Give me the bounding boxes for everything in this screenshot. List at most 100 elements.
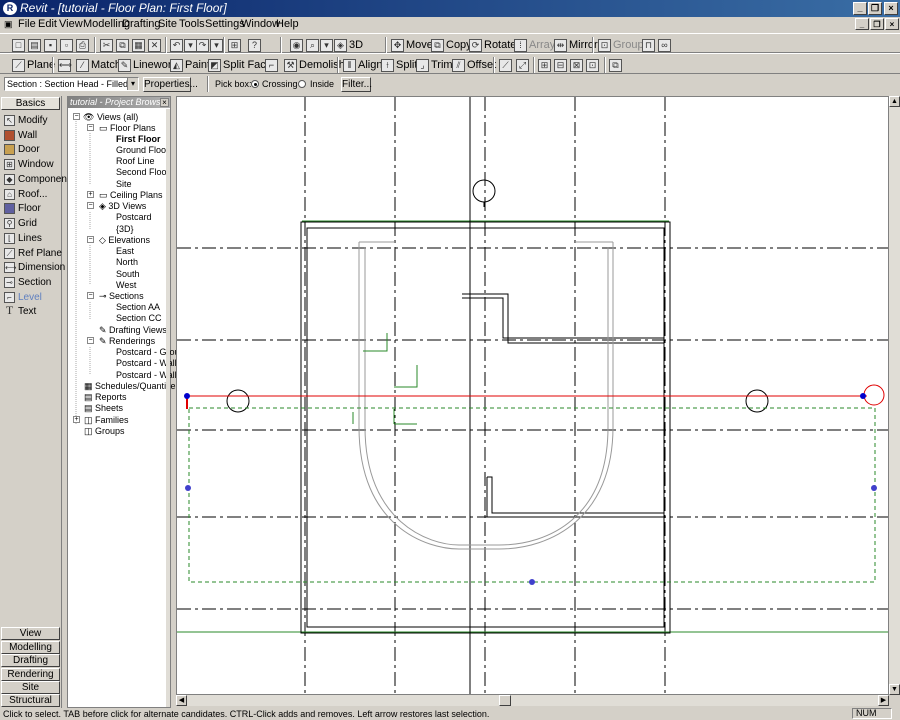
tree-groups[interactable]: ◫ Groups — [84, 426, 125, 437]
expand-toggle[interactable]: − — [87, 292, 94, 299]
print-icon[interactable]: ⎙ — [76, 37, 89, 53]
tree-drafting-views[interactable]: ✎ Drafting Views — [99, 325, 167, 336]
tag-icon[interactable]: ⊞ — [538, 57, 551, 73]
pin-icon[interactable]: ⟋ — [499, 57, 512, 73]
redo-icon[interactable]: ↷ — [196, 37, 209, 53]
tree-floor-plans[interactable]: ▭ Floor Plans — [99, 123, 156, 134]
link-icon[interactable]: ∞ — [658, 37, 671, 53]
tree-section-cc[interactable]: Section CC — [116, 313, 162, 324]
tree-sections[interactable]: ⊸ Sections — [99, 291, 144, 302]
inside-radio[interactable] — [298, 80, 306, 88]
paste-icon[interactable]: ▦ — [132, 37, 145, 53]
doc-close-icon[interactable]: × — [885, 18, 899, 30]
tool-lines[interactable]: ⌊ Lines — [4, 231, 42, 245]
tool-roof[interactable]: ⌂ Roof... — [4, 187, 47, 201]
minimize-icon[interactable]: _ — [853, 2, 867, 15]
rendering-tab[interactable]: Rendering — [1, 668, 60, 681]
menu-settings[interactable]: Settings — [205, 18, 245, 30]
properties-button[interactable]: Properties... — [143, 77, 198, 92]
copy-button[interactable]: ⧉ Copy — [431, 37, 472, 53]
tree-south[interactable]: South — [116, 269, 140, 280]
copy-clipboard-icon[interactable]: ⊠ — [570, 57, 583, 73]
rotate-button[interactable]: ⟳ Rotate — [469, 37, 516, 53]
visibility-icon[interactable]: ◉ — [290, 37, 303, 53]
tool-ref-plane[interactable]: ⟋ Ref Plane — [4, 246, 62, 260]
basics-tab[interactable]: Basics — [1, 97, 60, 110]
help-pointer-icon[interactable]: ? — [248, 37, 261, 53]
tool-modify[interactable]: ↖ Modify — [4, 113, 47, 127]
zoom-menu-icon[interactable]: ▾ — [320, 37, 333, 53]
doc-restore-icon[interactable]: ❐ — [870, 18, 884, 30]
paint-button[interactable]: ◭ Paint — [170, 57, 210, 73]
tree-second-floor[interactable]: Second Floor — [116, 167, 170, 178]
tree-3d[interactable]: {3D} — [116, 224, 134, 235]
scroll-left-icon[interactable]: ◀ — [176, 695, 187, 706]
tool-window[interactable]: ⊞ Window — [4, 157, 54, 171]
scroll-thumb[interactable] — [499, 695, 511, 706]
menu-site[interactable]: Site — [158, 18, 177, 30]
filter-button[interactable]: Filter... — [341, 77, 372, 92]
menu-view[interactable]: View — [59, 18, 83, 30]
split-face-button[interactable]: ◩ Split Face — [208, 57, 272, 73]
expand-toggle[interactable]: − — [87, 337, 94, 344]
save-all-icon[interactable]: ▫ — [60, 37, 73, 53]
tree-views-all[interactable]: 👁 Views (all) — [83, 112, 138, 123]
paste-aligned-icon[interactable]: ⊡ — [586, 57, 599, 73]
trim-button[interactable]: ⌟ Trim — [416, 57, 453, 73]
linework-button[interactable]: ✎ Linework — [118, 57, 177, 73]
tool-level[interactable]: ⌐ Level — [4, 290, 42, 304]
tree-site[interactable]: Site — [116, 179, 132, 190]
offset-button[interactable]: ⫽ Offset — [452, 57, 496, 73]
demolish-button[interactable]: ⚒ Demolish — [284, 57, 345, 73]
tool-grid[interactable]: ⚲ Grid — [4, 216, 37, 230]
close-icon[interactable]: × — [884, 2, 898, 15]
vertical-scrollbar[interactable]: ▲ ▼ — [889, 96, 900, 695]
tree-postcard[interactable]: Postcard — [116, 212, 152, 223]
lock-icon[interactable]: ⊓ — [642, 37, 655, 53]
cut-icon[interactable]: ✂ — [100, 37, 113, 53]
tool-dimension[interactable]: ⟷ Dimension — [4, 260, 65, 274]
array-button[interactable]: ⁞ Array — [514, 37, 555, 53]
match-button[interactable]: ⁄ Match — [76, 57, 121, 73]
wall-joins-icon[interactable]: ⌐ — [265, 57, 278, 73]
group-button[interactable]: ⊡ Group — [598, 37, 644, 53]
tree-schedules[interactable]: ▦ Schedules/Quantitie — [84, 381, 176, 392]
expand-toggle[interactable]: + — [73, 416, 80, 423]
delete-icon[interactable]: ✕ — [148, 37, 161, 53]
align-button[interactable]: ⫴ Align — [343, 57, 382, 73]
site-tab[interactable]: Site — [1, 681, 60, 694]
expand-toggle[interactable]: − — [73, 113, 80, 120]
scroll-up-icon[interactable]: ▲ — [889, 96, 900, 107]
expand-toggle[interactable]: − — [87, 202, 94, 209]
switch-windows-icon[interactable]: ⊞ — [228, 37, 241, 53]
unpin-icon[interactable]: ⤢ — [516, 57, 529, 73]
plane-button[interactable]: ⟋ Plane — [12, 57, 55, 73]
tree-ceiling-plans[interactable]: ▭ Ceiling Plans — [99, 190, 163, 201]
tool-text[interactable]: T Text — [4, 304, 37, 318]
copy-icon[interactable]: ⧉ — [116, 37, 129, 53]
tree-elevations[interactable]: ◇ Elevations — [99, 235, 150, 246]
expand-toggle[interactable]: − — [87, 236, 94, 243]
drafting-tab[interactable]: Drafting — [1, 654, 60, 667]
zoom-icon[interactable]: ⌕ — [306, 37, 319, 53]
type-selector[interactable]: Section : Section Head - Filled ▾ — [4, 77, 139, 91]
3d-view-button[interactable]: ◈ 3D — [334, 37, 363, 53]
split-button[interactable]: ⟊ Split — [381, 57, 417, 73]
doc-minimize-icon[interactable]: _ — [855, 18, 869, 30]
tool-section[interactable]: ⊸ Section — [4, 275, 51, 289]
horizontal-scrollbar[interactable]: ◀ ▶ — [176, 695, 889, 706]
tool-door[interactable]: Door — [4, 142, 40, 156]
tree-roof-line[interactable]: Roof Line — [116, 156, 155, 167]
expand-toggle[interactable]: − — [87, 124, 94, 131]
tree-east[interactable]: East — [116, 246, 134, 257]
structural-tab[interactable]: Structural — [1, 694, 60, 707]
design-options-icon[interactable]: ⧉ — [609, 57, 622, 73]
tree-ground-floor[interactable]: Ground Floor — [116, 145, 169, 156]
view-tab[interactable]: View — [1, 627, 60, 640]
scroll-right-icon[interactable]: ▶ — [878, 695, 889, 706]
move-button[interactable]: ✥ Move — [391, 37, 433, 53]
menu-drafting[interactable]: Drafting — [122, 18, 161, 30]
tree-renderings[interactable]: ✎ Renderings — [99, 336, 155, 347]
tree-section-aa[interactable]: Section AA — [116, 302, 160, 313]
scroll-down-icon[interactable]: ▼ — [889, 684, 900, 695]
